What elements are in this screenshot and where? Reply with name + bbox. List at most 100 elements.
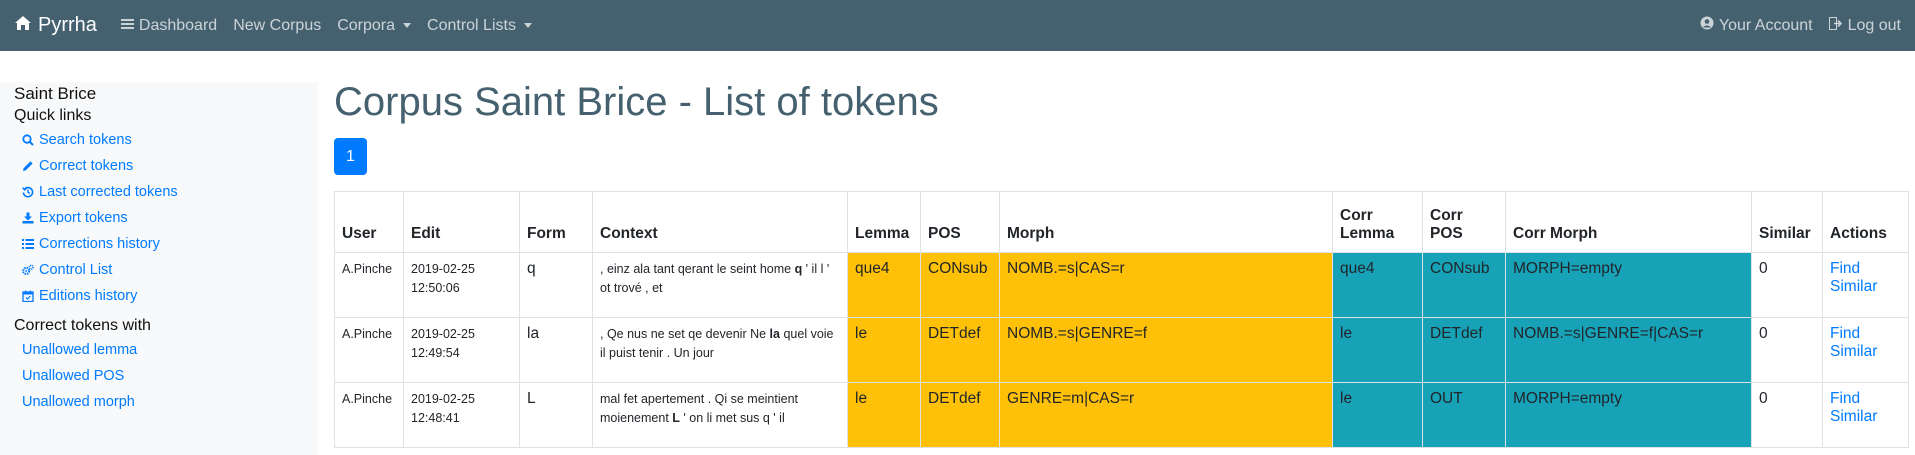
- cell-corr-pos: CONsub: [1422, 252, 1506, 318]
- cell-user: A.Pinche: [334, 252, 404, 318]
- column-header-lemma: Lemma: [847, 191, 921, 253]
- nav-control-lists-label: Control Lists: [427, 16, 516, 34]
- tokens-table: User Edit Form Context Lemma POS Morph C…: [334, 191, 1909, 448]
- sidebar-link-correct-tokens[interactable]: Correct tokens: [22, 153, 318, 179]
- sidebar-link-label: Last corrected tokens: [39, 184, 178, 200]
- pagination-page-1[interactable]: 1: [334, 138, 367, 175]
- cell-edit-time: 12:50:06: [411, 281, 460, 295]
- column-header-morph: Morph: [999, 191, 1333, 253]
- cell-corr-lemma: le: [1332, 317, 1423, 383]
- table-row: A.Pinche 2019-02-25 12:48:41 L mal fet ap…: [334, 382, 1909, 448]
- sidebar-link-unallowed-morph[interactable]: Unallowed morph: [22, 389, 318, 415]
- chevron-down-icon: [523, 23, 532, 28]
- cell-corr-pos: DETdef: [1422, 317, 1506, 383]
- column-header-corr-pos: Corr POS: [1422, 191, 1506, 253]
- find-similar-link[interactable]: Find Similar: [1830, 390, 1877, 425]
- column-header-pos: POS: [920, 191, 1000, 253]
- nav-account-label: Your Account: [1718, 16, 1813, 34]
- nav-corpora-label: Corpora: [337, 16, 396, 34]
- sidebar-corpus-name: Saint Brice: [14, 84, 97, 103]
- nav-corpora-dropdown[interactable]: Corpora: [337, 16, 412, 35]
- cell-morph: NOMB.=s|GENRE=f: [999, 317, 1333, 383]
- find-similar-link[interactable]: Find Similar: [1830, 325, 1877, 360]
- column-header-context: Context: [592, 191, 848, 253]
- sidebar-link-label: Correct tokens: [39, 158, 134, 174]
- cell-corr-morph: MORPH=empty: [1505, 382, 1752, 448]
- sidebar-link-export-tokens[interactable]: Export tokens: [22, 205, 318, 231]
- sidebar-link-control-list[interactable]: Control List: [22, 257, 318, 283]
- sign-out-icon: [1828, 16, 1843, 35]
- sidebar-link-label: Control List: [39, 262, 113, 278]
- cell-lemma: le: [847, 317, 921, 383]
- cell-pos: DETdef: [920, 317, 1000, 383]
- cell-form: L: [519, 382, 593, 448]
- sidebar-link-last-corrected[interactable]: Last corrected tokens: [22, 179, 318, 205]
- nav-new-corpus[interactable]: New Corpus: [233, 17, 321, 35]
- pencil-icon: [22, 160, 34, 172]
- cell-pos: CONsub: [920, 252, 1000, 318]
- bars-icon: [120, 17, 134, 35]
- sidebar-link-search-tokens[interactable]: Search tokens: [22, 127, 318, 153]
- cell-corr-morph: NOMB.=s|GENRE=f|CAS=r: [1505, 317, 1752, 383]
- cell-edit-date: 2019-02-25: [411, 327, 475, 341]
- nav-account[interactable]: Your Account: [1700, 16, 1813, 35]
- search-icon: [22, 134, 34, 146]
- column-header-corr-lemma: Corr Lemma: [1332, 191, 1423, 253]
- brand-link[interactable]: Pyrrha: [14, 14, 97, 37]
- find-similar-link[interactable]: Find Similar: [1830, 260, 1877, 295]
- quick-links-heading: Quick links: [14, 107, 92, 124]
- column-header-corr-morph: Corr Morph: [1505, 191, 1752, 253]
- cell-user: A.Pinche: [334, 317, 404, 383]
- context-before: , einz ala tant qerant le seint home: [600, 262, 795, 276]
- cell-context: , einz ala tant qerant le seint home q '…: [592, 252, 848, 318]
- cell-edit-time: 12:49:54: [411, 346, 460, 360]
- cell-actions: Find Similar: [1822, 382, 1909, 448]
- column-header-similar: Similar: [1751, 191, 1823, 253]
- cell-edit-date: 2019-02-25: [411, 262, 475, 276]
- table-row: A.Pinche 2019-02-25 12:49:54 la , Qe nus …: [334, 317, 1909, 383]
- nav-logout[interactable]: Log out: [1828, 16, 1901, 35]
- cell-morph: NOMB.=s|CAS=r: [999, 252, 1333, 318]
- history-icon: [22, 186, 34, 198]
- page-title: Corpus Saint Brice - List of tokens: [334, 80, 939, 124]
- sidebar-link-label: Search tokens: [39, 132, 132, 148]
- cell-lemma: le: [847, 382, 921, 448]
- top-navbar: Pyrrha Dashboard New Corpus Corpora Cont…: [0, 0, 1915, 51]
- cell-form: q: [519, 252, 593, 318]
- column-header-form: Form: [519, 191, 593, 253]
- nav-new-corpus-label: New Corpus: [233, 16, 322, 34]
- cell-morph: GENRE=m|CAS=r: [999, 382, 1333, 448]
- download-icon: [22, 212, 34, 224]
- cell-edit-date: 2019-02-25: [411, 392, 475, 406]
- column-header-user: User: [334, 191, 404, 253]
- cell-pos: DETdef: [920, 382, 1000, 448]
- cell-actions: Find Similar: [1822, 252, 1909, 318]
- cell-actions: Find Similar: [1822, 317, 1909, 383]
- cell-corr-pos: OUT: [1422, 382, 1506, 448]
- cell-edit: 2019-02-25 12:48:41: [403, 382, 520, 448]
- cell-context: , Qe nus ne set qe devenir Ne la quel vo…: [592, 317, 848, 383]
- nav-logout-label: Log out: [1847, 16, 1901, 34]
- cell-edit-time: 12:48:41: [411, 411, 460, 425]
- sidebar-link-unallowed-pos[interactable]: Unallowed POS: [22, 363, 318, 389]
- sidebar-link-unallowed-lemma[interactable]: Unallowed lemma: [22, 337, 318, 363]
- sidebar-link-corrections-history[interactable]: Corrections history: [22, 231, 318, 257]
- chevron-down-icon: [403, 23, 412, 28]
- list-icon: [22, 238, 34, 250]
- cell-similar: 0: [1751, 252, 1823, 318]
- column-header-actions: Actions: [1822, 191, 1909, 253]
- sidebar-link-label: Editions history: [39, 288, 138, 304]
- cogs-icon: [22, 264, 34, 276]
- sidebar-link-label: Corrections history: [39, 236, 160, 252]
- cell-corr-lemma: que4: [1332, 252, 1423, 318]
- calendar-icon: [22, 290, 34, 302]
- sidebar-link-editions-history[interactable]: Editions history: [22, 283, 318, 309]
- nav-control-lists-dropdown[interactable]: Control Lists: [427, 17, 532, 35]
- cell-context: mal fet apertement . Qi se meintient moi…: [592, 382, 848, 448]
- cell-similar: 0: [1751, 317, 1823, 383]
- cell-similar: 0: [1751, 382, 1823, 448]
- user-circle-icon: [1700, 16, 1714, 35]
- nav-dashboard[interactable]: Dashboard: [120, 17, 217, 35]
- correct-with-heading: Correct tokens with: [14, 317, 151, 334]
- cell-corr-morph: MORPH=empty: [1505, 252, 1752, 318]
